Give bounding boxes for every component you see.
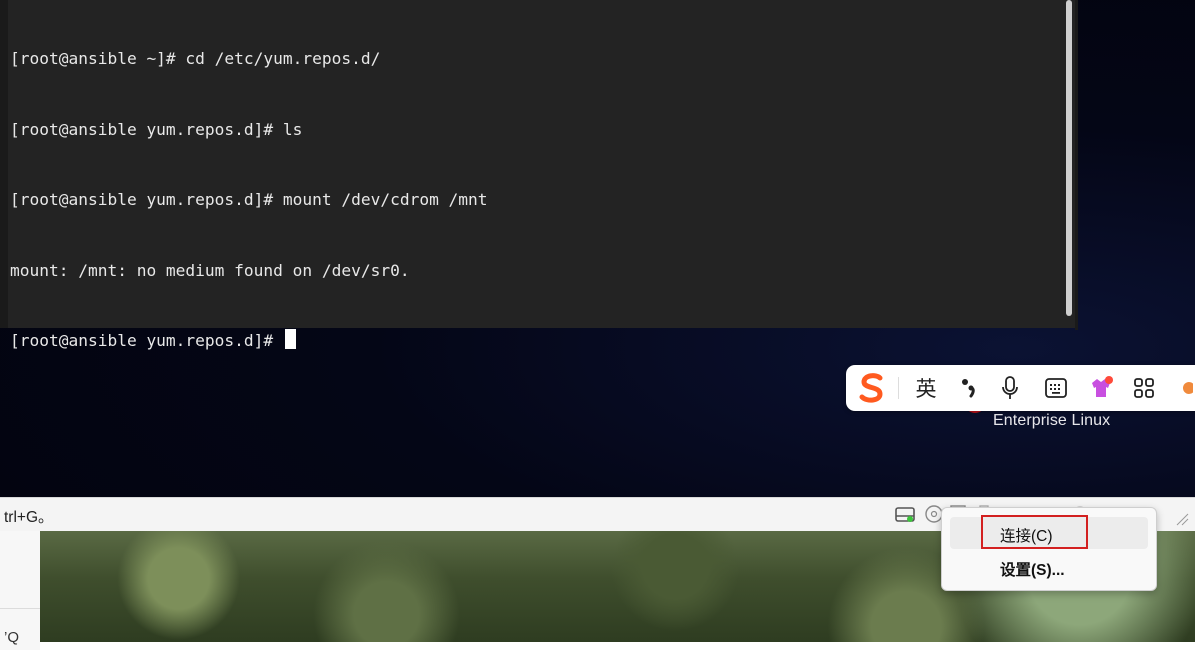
sogou-logo-icon[interactable] [858,365,886,411]
terminal-cursor [284,329,296,349]
divider [0,608,40,609]
terminal-line: mount: /mnt: no medium found on /dev/sr0… [10,260,410,280]
toolbox-grid-icon[interactable] [1130,365,1158,411]
keyboard-icon[interactable] [1042,365,1070,411]
cd-drive-context-menu: 连接(C) 设置(S)... [941,507,1157,591]
terminal-window[interactable]: [root@ansible ~]# cd /etc/yum.repos.d/ [… [0,0,1075,350]
ime-toolbar: 英 [846,365,1195,411]
hard-disk-icon[interactable] [894,504,915,524]
bottom-strip [40,642,1195,650]
ime-separator [898,377,899,399]
menu-item-settings[interactable]: 设置(S)... [950,551,1148,583]
skin-icon[interactable] [1086,365,1116,411]
os-brand-text: Enterprise Linux [993,412,1111,429]
menu-item-connect[interactable]: 连接(C) [950,515,1148,549]
punctuation-icon[interactable] [956,365,982,411]
side-panel: ’Q [0,531,41,650]
mascot-icon[interactable] [1176,365,1195,411]
terminal-line: [root@ansible yum.repos.d]# ls [10,119,303,139]
terminal-prompt-line[interactable]: [root@ansible yum.repos.d]# [10,329,488,353]
terminal-prompt: [root@ansible yum.repos.d]# [10,331,283,350]
resize-grip-icon[interactable] [1175,512,1189,526]
terminal-output: [root@ansible ~]# cd /etc/yum.repos.d/ [… [10,0,488,400]
partial-label: ’Q [4,629,19,646]
ime-language-toggle[interactable]: 英 [912,365,940,411]
menu-item-label: 连接(C) [1000,528,1053,545]
menu-item-label: 设置(S)... [1000,562,1065,579]
window-border [1075,0,1078,330]
status-hint-text: trl+G。 [4,509,54,526]
terminal-line: [root@ansible yum.repos.d]# mount /dev/c… [10,190,488,209]
terminal-scrollbar[interactable] [1066,0,1072,316]
microphone-icon[interactable] [998,365,1022,411]
vm-guest-desktop[interactable]: [root@ansible ~]# cd /etc/yum.repos.d/ [… [0,0,1195,497]
terminal-line: [root@ansible ~]# cd /etc/yum.repos.d/ [10,49,381,68]
